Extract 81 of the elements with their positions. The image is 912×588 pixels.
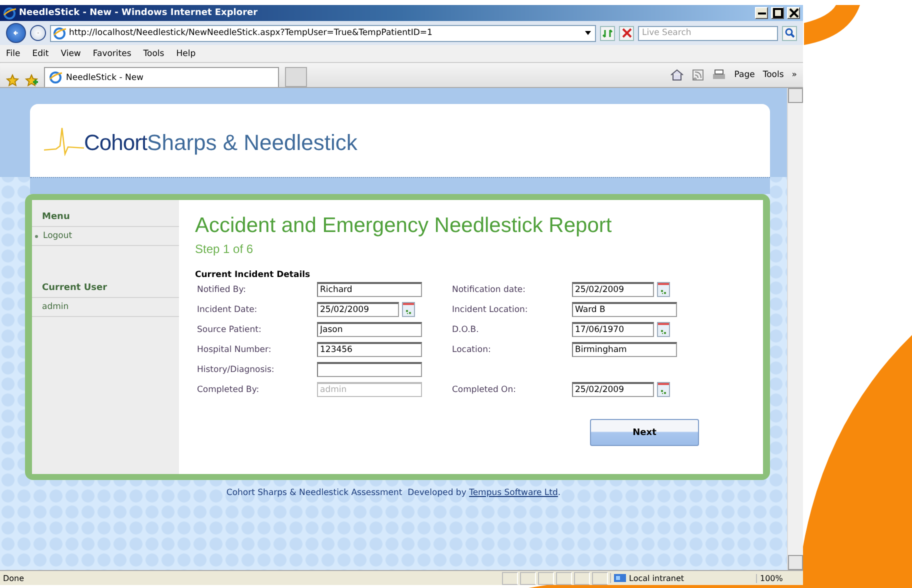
menu-item[interactable]: Help [176, 48, 196, 58]
scroll-bar[interactable] [787, 88, 803, 570]
browser-icon [3, 6, 16, 20]
refresh-icon [602, 28, 613, 38]
toolbar-menu[interactable]: Tools [762, 70, 784, 80]
calendar-icon[interactable] [657, 322, 670, 337]
status-panel [502, 572, 518, 584]
date-field[interactable]: 25/02/2009 [572, 282, 654, 297]
feed-icon[interactable] [692, 69, 704, 81]
field-label: Notified By: [197, 284, 248, 294]
add-star-icon[interactable] [25, 74, 38, 87]
menu-item[interactable]: File [6, 48, 20, 58]
status-panel [520, 572, 536, 584]
minimize-button[interactable] [755, 7, 768, 19]
search-button[interactable] [782, 26, 797, 40]
next-button[interactable]: Next [590, 419, 699, 446]
text-field[interactable]: Birmingham [572, 342, 677, 357]
company-link[interactable]: Tempus Software Ltd [469, 488, 558, 498]
address-field[interactable]: http://localhost/Needlestick/NewNeedleStick.aspx?TempUser=True&TempPatientID=1 [50, 24, 596, 42]
swoosh-shape [804, 5, 860, 45]
search-field[interactable]: Live Search [638, 26, 778, 40]
field-label: Hospital Number: [197, 344, 272, 354]
logo-brand: Cohort [84, 130, 148, 156]
date-field[interactable]: 25/02/2009 [572, 382, 654, 397]
maximize-icon [772, 8, 782, 18]
menu-item[interactable]: View [60, 48, 81, 58]
status-panel [538, 572, 554, 584]
browser-icon [53, 26, 66, 40]
logo-title: Sharps & Needlestick [147, 130, 358, 156]
back-button[interactable] [6, 23, 26, 43]
star-icon[interactable] [6, 74, 19, 87]
back-arrow-icon [13, 28, 19, 38]
browser-icon [49, 71, 62, 84]
calendar-icon[interactable] [402, 302, 415, 317]
search-icon [784, 28, 794, 38]
minimize-icon [758, 12, 766, 14]
field-label: History/Diagnosis: [197, 364, 276, 374]
text-field[interactable]: Ward B [572, 302, 677, 317]
forward-button[interactable] [30, 25, 46, 41]
status-panel [574, 572, 590, 584]
status-panel [592, 572, 608, 584]
text-field[interactable] [317, 362, 422, 377]
toolbar-menu[interactable]: » [792, 70, 797, 80]
footer-text: Cohort Sharps & Needlestick Assessment Developed by Tempus Software Ltd. [225, 487, 562, 498]
zoom-level[interactable]: 100% [756, 574, 800, 582]
field-label: D.O.B. [452, 324, 480, 334]
refresh-button[interactable] [600, 26, 615, 40]
menu-item[interactable]: Edit [32, 48, 49, 58]
browser-tab[interactable]: NeedleStick - New [44, 67, 279, 87]
field-label: Incident Date: [197, 304, 258, 314]
printer-icon[interactable] [712, 69, 726, 81]
step-indicator: Step 1 of 6 [195, 242, 254, 256]
close-icon [788, 8, 798, 18]
calendar-icon[interactable] [657, 282, 670, 297]
page-heading: Accident and Emergency Needlestick Report [195, 214, 613, 238]
stop-icon [622, 28, 632, 38]
toolbar-menu[interactable]: Page [734, 70, 755, 80]
network-icon [614, 573, 626, 583]
field-label: Location: [452, 344, 492, 354]
status-panel [556, 572, 572, 584]
field-label: Completed By: [197, 384, 260, 394]
calendar-icon[interactable] [657, 382, 670, 397]
section-title: Current Incident Details [195, 270, 312, 280]
text-field[interactable]: 123456 [317, 342, 422, 357]
menu-item[interactable]: Favorites [92, 48, 132, 58]
zone-text: Local intranet [629, 574, 684, 582]
field-label: Incident Location: [452, 304, 529, 314]
home-icon[interactable] [670, 69, 684, 81]
date-field[interactable]: 17/06/1970 [572, 322, 654, 337]
field-label: Notification date: [452, 284, 527, 294]
field-label: Completed On: [452, 384, 518, 394]
heartbeat-icon [44, 126, 84, 156]
close-button[interactable] [787, 7, 800, 19]
field-label: Source Patient: [197, 324, 262, 334]
maximize-button[interactable] [771, 7, 784, 19]
text-field[interactable]: Richard [317, 282, 422, 297]
date-field[interactable]: 25/02/2009 [317, 302, 399, 317]
stop-button[interactable] [619, 26, 634, 40]
window-title: NeedleStick - New - Windows Internet Explorer [19, 8, 259, 18]
status-text: Done [3, 574, 26, 582]
menu-item[interactable]: Tools [143, 48, 164, 58]
